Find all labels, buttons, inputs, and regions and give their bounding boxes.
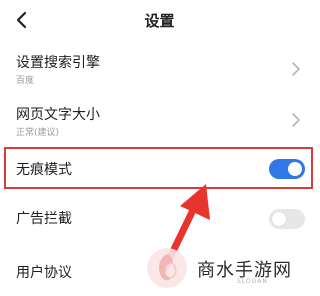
setting-ad-block-title: 广告拦截: [16, 211, 72, 227]
watermark: 商水手游网 SLOGAN: [145, 246, 315, 292]
watermark-logo-icon: [147, 248, 187, 288]
setting-font-size-value: 正常(建议): [16, 128, 60, 138]
ad-block-toggle[interactable]: [269, 209, 305, 229]
top-bar: 设置: [0, 0, 319, 40]
setting-search-engine-value: 百度: [16, 76, 35, 86]
setting-user-agreement-title: 用户协议: [16, 265, 72, 281]
setting-search-engine-title: 设置搜索引擎: [16, 55, 100, 71]
toggle-knob: [272, 212, 286, 226]
page-title: 设置: [144, 12, 175, 30]
watermark-slogan: SLOGAN: [237, 278, 268, 285]
chevron-right-icon: [292, 113, 300, 127]
setting-search-engine[interactable]: 设置搜索引擎 百度: [0, 44, 319, 94]
setting-font-size[interactable]: 网页文字大小 正常(建议): [0, 96, 319, 146]
chevron-right-icon: [292, 62, 300, 76]
setting-font-size-title: 网页文字大小: [16, 107, 100, 123]
